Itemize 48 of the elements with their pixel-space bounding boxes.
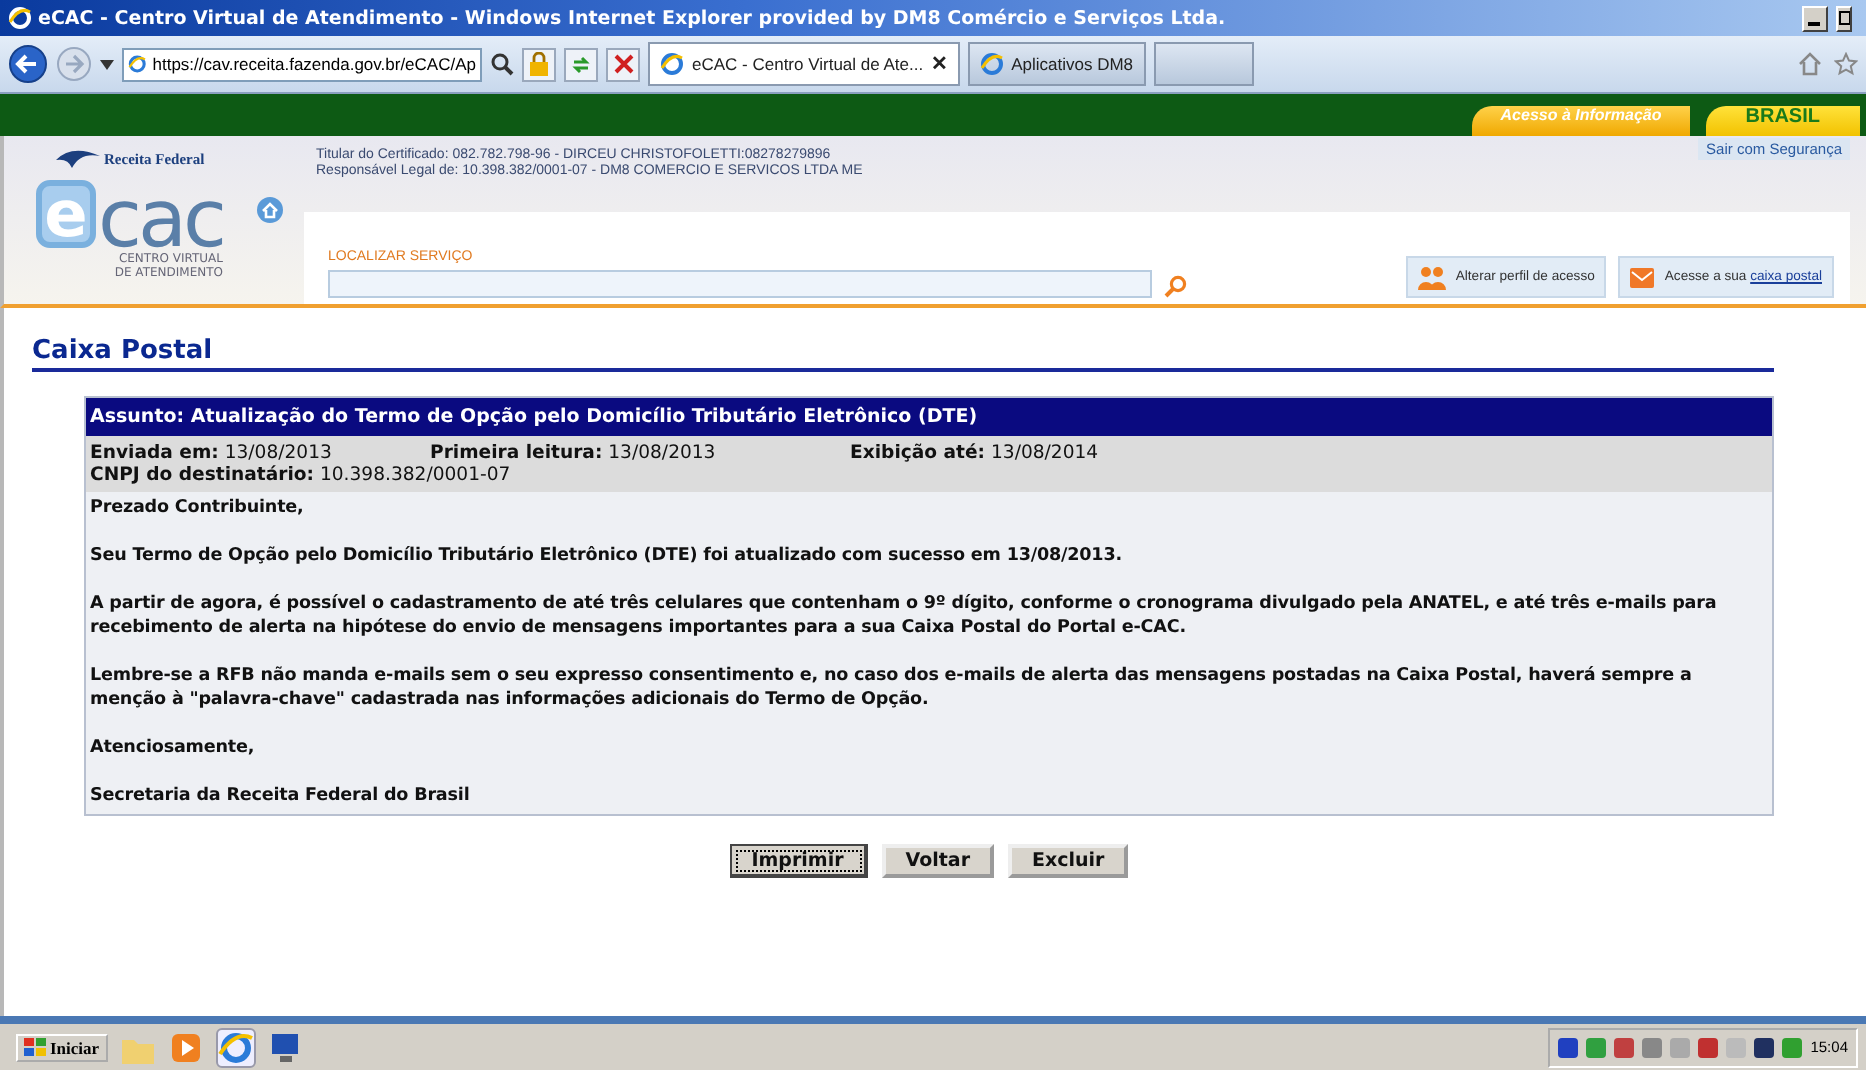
maximize-icon[interactable] bbox=[1836, 5, 1852, 31]
message-paragraph: Secretaria da Receita Federal do Brasil bbox=[90, 784, 472, 808]
windows-logo-icon bbox=[24, 1037, 46, 1057]
message-meta: Exibição até: 13/08/2014 bbox=[850, 442, 1099, 464]
message-paragraph: Lembre-se a RFB não manda e-mails sem o seu expresso consentimento e, no caso dos e-mails de alerta das mensagens postadas na Caixa Postal, haverá sempre a menção à "palavra-chave" cadastrada nas informações adicionais do Termo de Opção. bbox=[90, 664, 1694, 712]
browser-logo-icon bbox=[660, 52, 684, 76]
window-title: eCAC - Centro Virtual de Atendimento - Windows Internet Explorer provided by DM8 Comércio e Serviços Ltda. bbox=[38, 7, 1226, 29]
message-meta: Enviada em: 13/08/2013 bbox=[90, 442, 334, 464]
bird-logo-icon bbox=[56, 148, 100, 168]
recipient-info: CNPJ do destinatário: 10.398.382/0001-07 bbox=[90, 464, 511, 486]
close-tab-button[interactable]: ✕ bbox=[931, 52, 948, 76]
dropdown-icon[interactable] bbox=[100, 59, 114, 69]
back-button[interactable] bbox=[8, 44, 48, 84]
search-icon[interactable] bbox=[490, 52, 514, 76]
lock-icon[interactable] bbox=[522, 47, 556, 81]
browser-tab[interactable]: Aplicativos DM8 bbox=[967, 42, 1146, 86]
browser-logo-icon bbox=[979, 52, 1004, 76]
back-button[interactable]: Voltar bbox=[881, 844, 995, 878]
browser-tab[interactable]: eCAC - Centro Virtual de Ate... ✕ bbox=[648, 42, 960, 86]
delete-button[interactable]: Excluir bbox=[1008, 844, 1129, 878]
message-paragraph: A partir de agora, é possível o cadastramento de até três celulares que contenham o 9º dígito, conforme o cronograma divulgado pela ANATEL, e até três e-mails para recebimento de alerta na hipótese do envio de mensagens importantes para a sua Caixa Postal do Portal e-CAC. bbox=[90, 592, 1719, 640]
message-paragraph: Prezado Contribuinte, bbox=[90, 496, 306, 520]
envelope-icon bbox=[1630, 267, 1655, 287]
address-field[interactable]: https://cav.receita.fazenda.gov.br/eCAC/Ap bbox=[122, 47, 482, 81]
print-button[interactable]: Imprimir bbox=[729, 844, 868, 878]
message-paragraph: Atenciosamente, bbox=[90, 736, 257, 760]
country-link[interactable]: BRASIL bbox=[1705, 106, 1860, 136]
logo-letter: e bbox=[36, 180, 96, 248]
page-title: Caixa Postal bbox=[32, 336, 1774, 372]
home-icon[interactable] bbox=[255, 196, 283, 224]
home-icon[interactable] bbox=[1798, 52, 1822, 76]
logo-text: cac bbox=[98, 192, 223, 248]
message-paragraph: Seu Termo de Opção pelo Domicílio Tributário Eletrônico (DTE) foi atualizado com sucesso em 13/08/2013. bbox=[90, 544, 1124, 568]
refresh-icon[interactable] bbox=[564, 47, 598, 81]
star-icon[interactable] bbox=[1834, 52, 1858, 76]
search-field[interactable] bbox=[328, 270, 1152, 298]
message-subject: Assunto: Atualização do Termo de Opção pelo Domicílio Tributário Eletrônico (DTE) bbox=[86, 398, 1772, 436]
media-player-icon[interactable] bbox=[167, 1029, 204, 1065]
browser-icon[interactable] bbox=[215, 1027, 256, 1067]
browser-logo-icon bbox=[8, 6, 32, 30]
people-icon bbox=[1417, 265, 1446, 289]
start-button[interactable]: Iniciar bbox=[16, 1033, 108, 1061]
monitor-icon[interactable] bbox=[267, 1029, 304, 1065]
stop-icon[interactable] bbox=[606, 47, 640, 81]
new-tab-button[interactable] bbox=[1153, 42, 1254, 86]
minimize-icon[interactable] bbox=[1802, 5, 1828, 31]
browser-logo-icon bbox=[128, 52, 147, 76]
message-meta: Primeira leitura: 13/08/2013 bbox=[430, 442, 718, 464]
